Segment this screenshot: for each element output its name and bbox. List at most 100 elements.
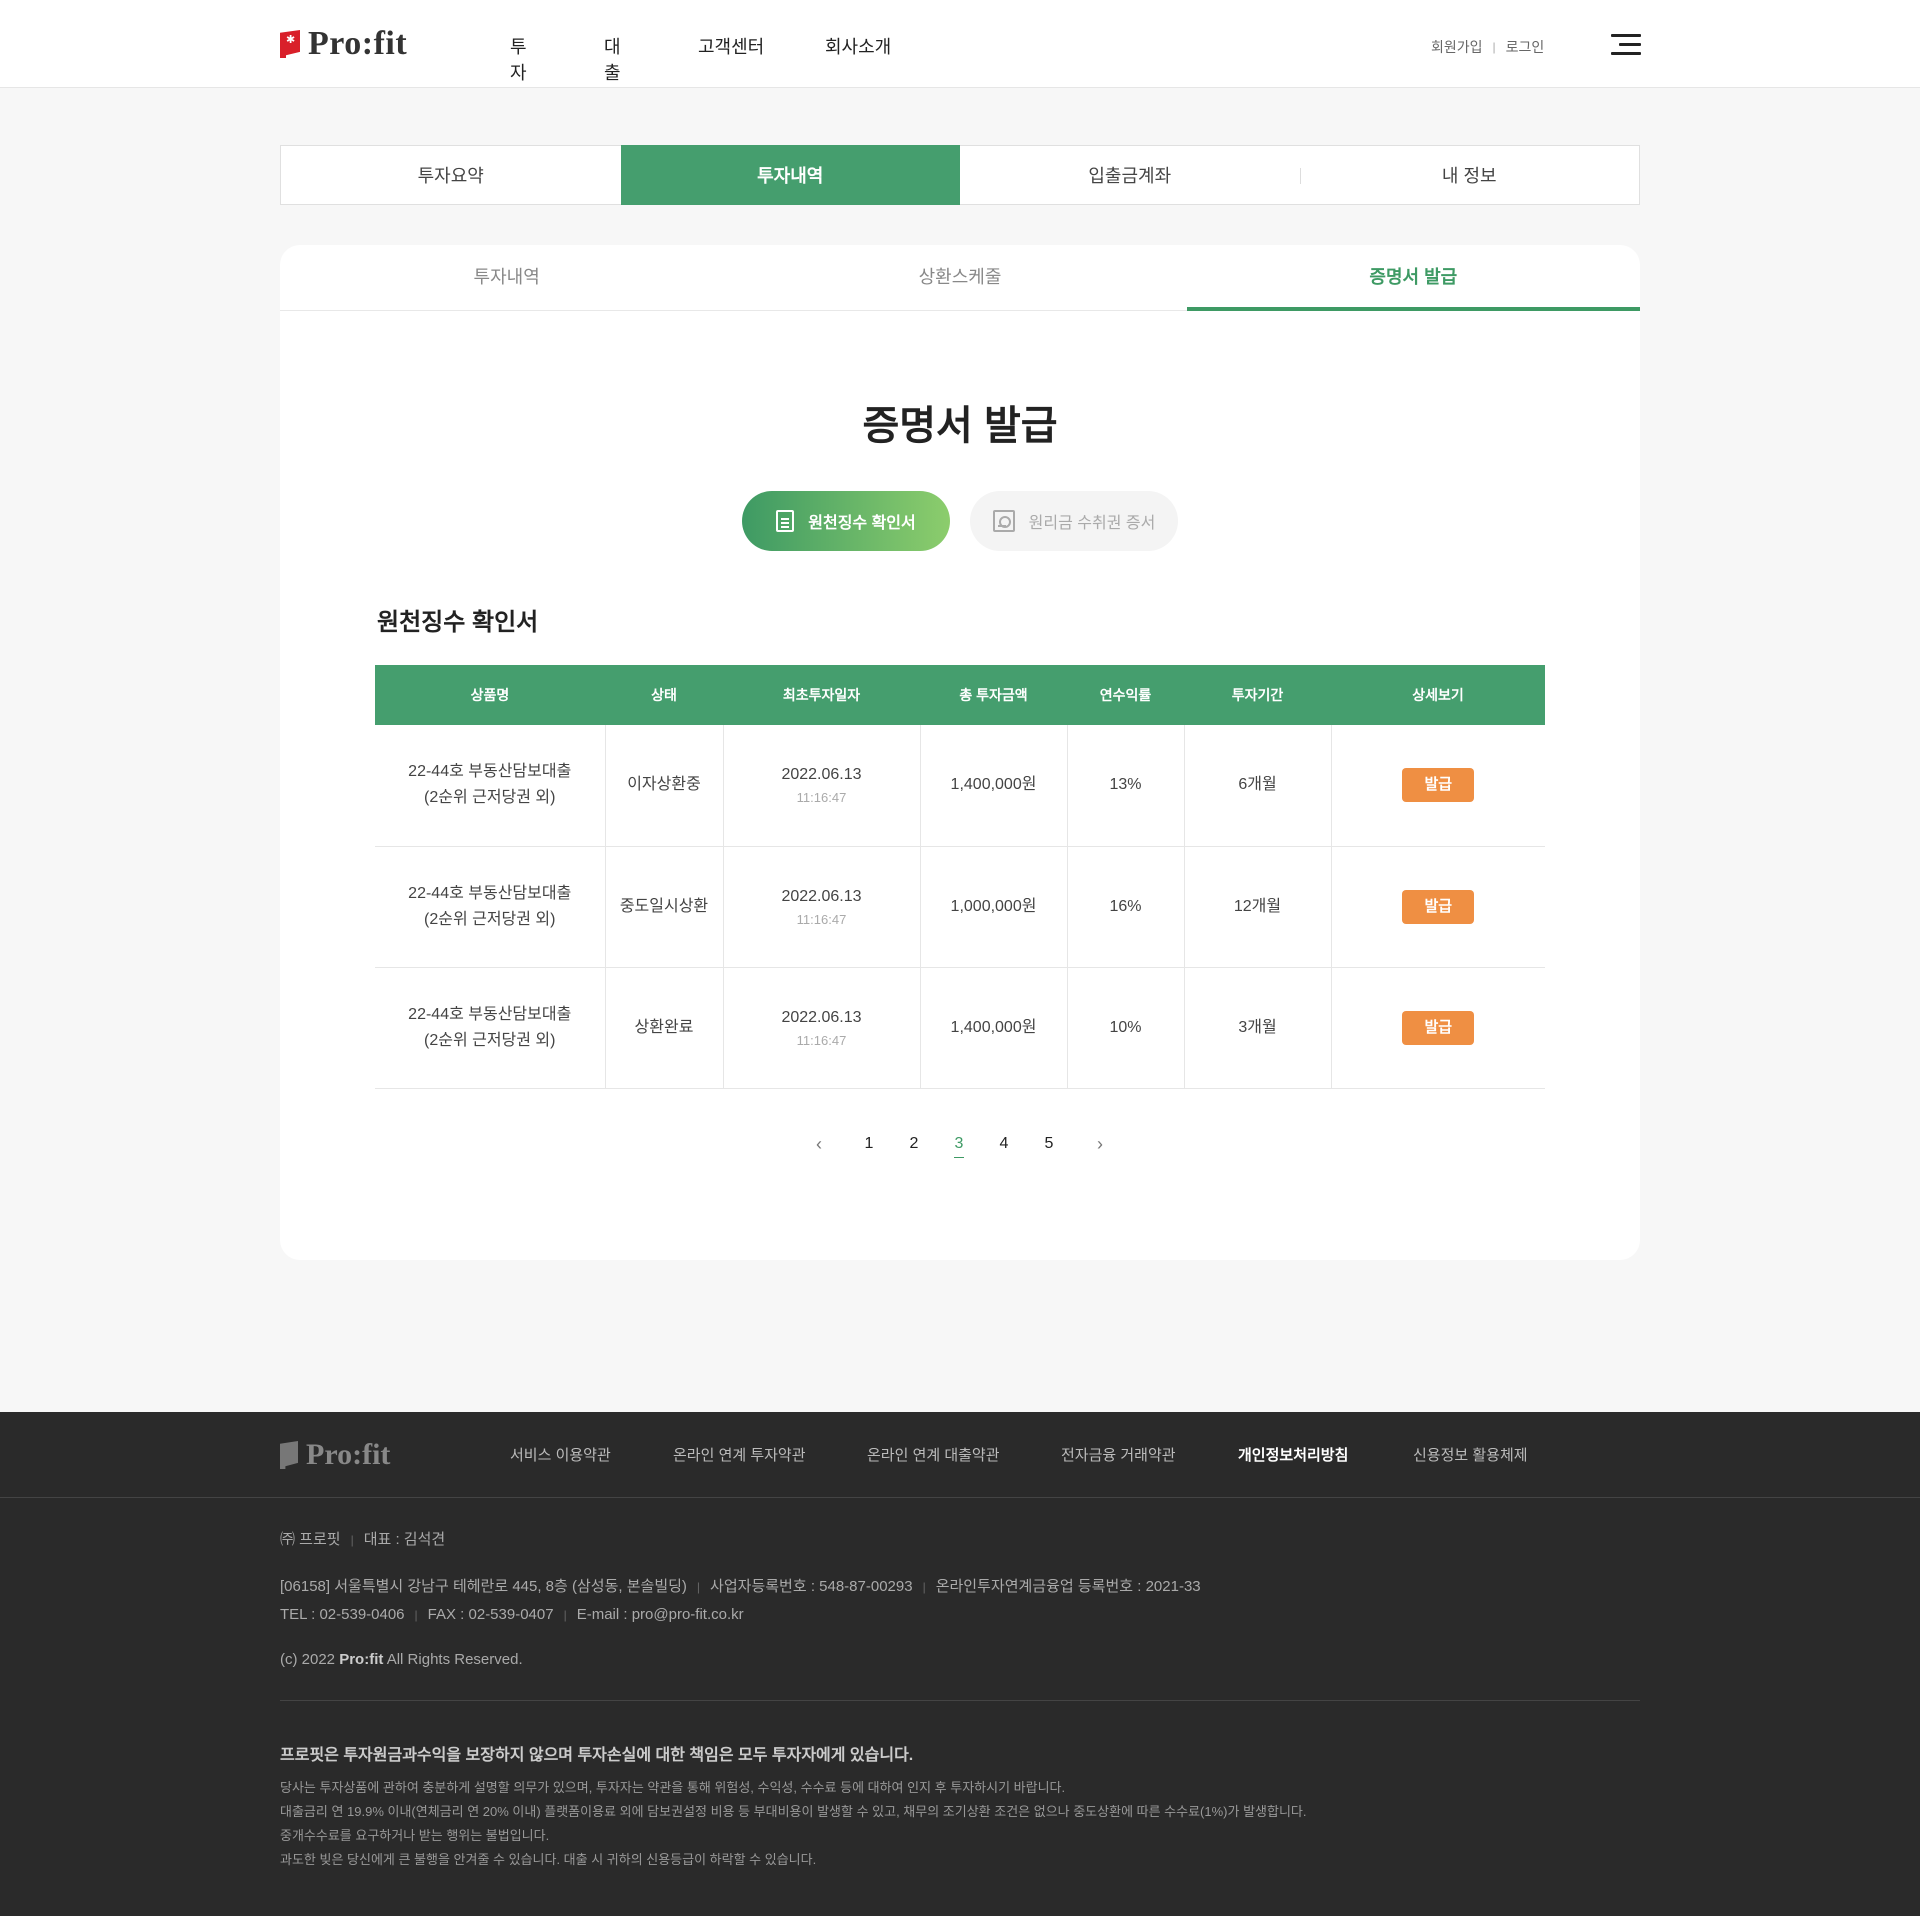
nav-item-about[interactable]: 회사소개	[825, 33, 891, 59]
date-value: 2022.06.13	[781, 766, 862, 784]
cell-status: 중도일시상환	[604, 846, 723, 968]
subtab-history[interactable]: 투자내역	[280, 245, 733, 310]
product-sub: (2순위 근저당권 외)	[424, 910, 556, 928]
footer-link-privacy[interactable]: 개인정보처리방침	[1238, 1444, 1348, 1465]
product-name: 22-44호 부동산담보대출	[408, 763, 572, 781]
mypage-tabs: 투자요약 투자내역 입출금계좌 내 정보	[280, 145, 1640, 205]
logo[interactable]: ✱ Pro:fit	[280, 24, 407, 64]
footer-divider	[280, 1700, 1640, 1701]
logo-mark-icon	[280, 1441, 298, 1469]
cell-period: 12개월	[1183, 846, 1331, 968]
footer-link-terms[interactable]: 서비스 이용약관	[510, 1444, 611, 1465]
issue-button[interactable]: 발급	[1402, 768, 1475, 803]
cell-amount: 1,000,000원	[919, 846, 1067, 968]
table-header-row: 상품명 상태 최초투자일자 총 투자금액 연수익률 투자기간 상세보기	[375, 665, 1545, 725]
page-link[interactable]: 1	[859, 1129, 879, 1159]
site-header: ✱ Pro:fit 투자 대출 고객센터 회사소개 회원가입 | 로그인	[0, 0, 1920, 88]
principal-cert-button[interactable]: 원리금 수취권 증서	[970, 491, 1178, 551]
address: [06158] 서울특별시 강남구 테헤란로 445, 8층 (삼성동, 본솔빌…	[280, 1578, 687, 1595]
page-link[interactable]: 2	[904, 1129, 924, 1159]
subtab-certificate[interactable]: 증명서 발급	[1186, 245, 1641, 311]
footer-link-invest-terms[interactable]: 온라인 연계 투자약관	[673, 1444, 806, 1465]
subtab-schedule[interactable]: 상환스케줄	[733, 245, 1186, 310]
tab-my-info[interactable]: 내 정보	[1299, 146, 1640, 204]
table-row: 22-44호 부동산담보대출 (2순위 근저당권 외) 이자상환중 2022.06…	[375, 725, 1545, 847]
copyright-brand: Pro:fit	[339, 1651, 384, 1668]
tab-label: 투자내역	[757, 166, 824, 186]
document-icon	[776, 510, 795, 532]
tab-invest-summary[interactable]: 투자요약	[281, 146, 621, 204]
cell-rate: 16%	[1066, 846, 1184, 968]
date-value: 2022.06.13	[781, 887, 862, 905]
footer-link-credit-info[interactable]: 신용정보 활용체제	[1413, 1444, 1528, 1465]
signup-link[interactable]: 회원가입	[1431, 37, 1483, 57]
cell-detail: 발급	[1330, 846, 1545, 968]
cell-product: 22-44호 부동산담보대출 (2순위 근저당권 외)	[375, 725, 605, 847]
table-row: 22-44호 부동산담보대출 (2순위 근저당권 외) 중도일시상환 2022.0…	[375, 846, 1545, 968]
copyright-suffix: All Rights Reserved.	[386, 1651, 523, 1668]
cell-status: 이자상환중	[604, 725, 723, 847]
util-divider: |	[1492, 40, 1496, 54]
issue-button[interactable]: 발급	[1402, 1010, 1475, 1045]
cell-date: 2022.06.13 11:16:47	[722, 967, 920, 1089]
biz-number: 사업자등록번호 : 548-87-00293	[710, 1578, 913, 1595]
tab-label: 내 정보	[1441, 166, 1497, 186]
withholding-cert-button[interactable]: 원천징수 확인서	[742, 491, 950, 551]
nav-item-invest[interactable]: 투자	[510, 33, 527, 85]
next-page-icon[interactable]: ›	[1090, 1129, 1110, 1159]
notice-text: 당사는 투자상품에 관하여 충분하게 설명할 의무가 있으며, 투자자는 약관을…	[280, 1776, 1306, 1872]
tab-deposit-account[interactable]: 입출금계좌	[960, 146, 1300, 204]
time-value: 11:16:47	[796, 790, 847, 806]
section-title: 원천징수 확인서	[377, 609, 539, 636]
login-link[interactable]: 로그인	[1506, 37, 1545, 57]
page-link-current[interactable]: 3	[949, 1129, 969, 1159]
content-card: 투자내역 상환스케줄 증명서 발급 증명서 발급 원천징수 확인서 원리금 수취…	[280, 245, 1641, 1260]
logo-mark-icon: ✱	[280, 28, 300, 60]
ceo-name: 대표 : 김석견	[363, 1531, 446, 1548]
footer-logo[interactable]: Pro:fit	[280, 1438, 390, 1472]
site-footer: Pro:fit 서비스 이용약관 온라인 연계 투자약관 온라인 연계 대출약관…	[0, 1412, 1920, 1916]
cell-period: 3개월	[1183, 967, 1331, 1089]
product-name: 22-44호 부동산담보대출	[408, 1005, 572, 1023]
certificate-icon	[992, 510, 1015, 532]
page-link[interactable]: 5	[1039, 1129, 1059, 1159]
footer-top: Pro:fit 서비스 이용약관 온라인 연계 투자약관 온라인 연계 대출약관…	[0, 1412, 1920, 1498]
date-value: 2022.06.13	[781, 1008, 862, 1026]
certificate-table: 상품명 상태 최초투자일자 총 투자금액 연수익률 투자기간 상세보기 22-4…	[375, 665, 1545, 1089]
notice-line: 당사는 투자상품에 관하여 충분하게 설명할 의무가 있으며, 투자자는 약관을…	[280, 1780, 1066, 1795]
company-name: ㈜ 프로핏	[280, 1531, 341, 1548]
time-value: 11:16:47	[796, 911, 847, 927]
cell-rate: 10%	[1066, 967, 1184, 1089]
cell-date: 2022.06.13 11:16:47	[722, 846, 920, 968]
footer-company-line: ㈜ 프로핏 | 대표 : 김석견	[280, 1531, 446, 1548]
cell-rate: 13%	[1066, 725, 1184, 847]
cell-detail: 발급	[1330, 967, 1545, 1089]
notice-line: 과도한 빚은 당신에게 큰 불행을 안겨줄 수 있습니다. 대출 시 귀하의 신…	[280, 1852, 817, 1867]
page-link[interactable]: 4	[994, 1129, 1014, 1159]
col-header-product: 상품명	[375, 665, 605, 725]
util-menu: 회원가입 | 로그인	[1431, 37, 1544, 57]
col-header-detail: 상세보기	[1331, 665, 1545, 725]
issue-button[interactable]: 발급	[1402, 889, 1475, 924]
nav-item-loan[interactable]: 대출	[604, 33, 621, 85]
copyright-prefix: (c) 2022	[280, 1651, 336, 1668]
cell-detail: 발급	[1330, 725, 1545, 847]
page-title: 증명서 발급	[862, 404, 1058, 448]
menu-icon[interactable]	[1611, 34, 1641, 56]
cell-status: 상환완료	[604, 967, 723, 1089]
table-row: 22-44호 부동산담보대출 (2순위 근저당권 외) 상환완료 2022.06.…	[375, 967, 1545, 1089]
product-sub: (2순위 근저당권 외)	[424, 789, 556, 807]
tab-invest-history[interactable]: 투자내역	[620, 145, 960, 205]
nav-item-support[interactable]: 고객센터	[698, 33, 764, 59]
footer-link-loan-terms[interactable]: 온라인 연계 대출약관	[867, 1444, 1000, 1465]
prev-page-icon[interactable]: ‹	[809, 1129, 829, 1159]
notice-title: 프로핏은 투자원금과수익을 보장하지 않으며 투자손실에 대한 책임은 모두 투…	[280, 1747, 914, 1764]
pagination: ‹ 1 2 3 4 5 ›	[280, 1129, 1640, 1159]
col-header-period: 투자기간	[1184, 665, 1331, 725]
product-name: 22-44호 부동산담보대출	[408, 884, 572, 902]
footer-link-efinance-terms[interactable]: 전자금융 거래약관	[1061, 1444, 1176, 1465]
button-label: 원천징수 확인서	[808, 515, 916, 532]
notice-line: 대출금리 연 19.9% 이내(연체금리 연 20% 이내) 플랫폼이용료 외에…	[280, 1804, 1307, 1819]
col-header-status: 상태	[605, 665, 723, 725]
logo-text: Pro:fit	[308, 25, 408, 62]
